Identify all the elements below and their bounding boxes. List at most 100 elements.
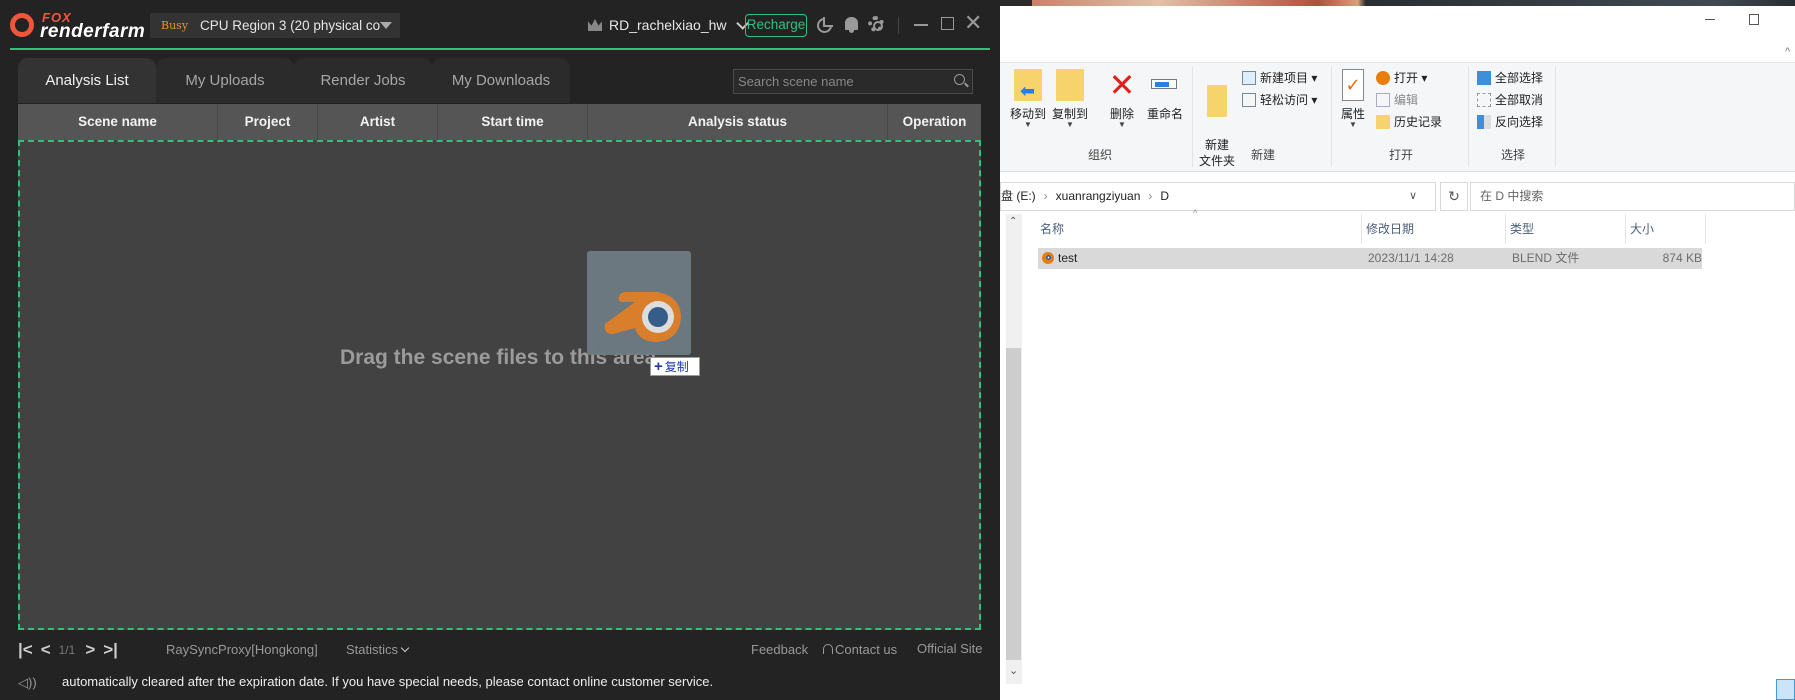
column-analysis-status[interactable]: Analysis status <box>588 104 888 140</box>
collapse-ribbon-icon[interactable]: ^ <box>1785 46 1790 58</box>
ribbon-group-select: 全部选择 全部取消 反向选择 选择 <box>1471 67 1556 167</box>
ribbon-group-new: 新建 文件夹 新建项目 ▾ 轻松访问 ▾ 新建 <box>1195 67 1332 168</box>
gear-icon[interactable] <box>868 16 884 32</box>
column-project[interactable]: Project <box>218 104 318 140</box>
breadcrumb-chevron-icon: › <box>1148 189 1153 203</box>
pagination: |< < 1/1 > >| <box>18 640 126 660</box>
headset-icon <box>823 644 833 654</box>
close-icon[interactable]: ✕ <box>964 12 982 34</box>
last-page-icon[interactable]: >| <box>103 640 118 660</box>
proxy-selector[interactable]: RaySyncProxy[Hongkong] <box>166 642 318 657</box>
breadcrumb-folder[interactable]: xuanrangziyuan <box>1056 189 1141 203</box>
column-size[interactable]: 大小 <box>1626 214 1706 244</box>
new-item-button[interactable]: 新建项目 ▾ <box>1242 69 1317 86</box>
fox-renderfarm-logo: FOX renderfarm <box>8 10 145 42</box>
copy-to-label: 复制到 <box>1051 107 1088 121</box>
scroll-down-icon[interactable]: ⌄ <box>1009 664 1018 677</box>
address-history-chevron-icon[interactable]: ∨ <box>1409 183 1417 210</box>
ribbon: ⬅ 移动到 ▼ 复制到 ▼ ✕ 删除 ▼ 重命名 组织 新建 文件夹 新建项目 … <box>1000 62 1795 172</box>
delete-button[interactable]: ✕ 删除 ▼ <box>1104 69 1140 129</box>
statistics-dropdown[interactable]: Statistics <box>346 642 410 657</box>
edit-label: 编辑 <box>1394 93 1419 107</box>
column-start-time[interactable]: Start time <box>438 104 588 140</box>
contact-us-link[interactable]: Contact us <box>823 642 897 657</box>
main-tabs: Analysis List My Uploads Render Jobs My … <box>18 58 570 103</box>
file-name-cell: test <box>1038 248 1364 269</box>
feedback-link[interactable]: Feedback <box>751 642 808 657</box>
edit-icon <box>1376 92 1390 107</box>
region-selector[interactable]: Busy CPU Region 3 (20 physical cores) <box>150 13 400 38</box>
select-all-label: 全部选择 <box>1495 71 1544 85</box>
column-scene-name[interactable]: Scene name <box>18 104 218 140</box>
edit-button[interactable]: 编辑 <box>1376 91 1418 108</box>
tab-render-jobs[interactable]: Render Jobs <box>294 58 432 103</box>
file-size: 874 KB <box>1662 251 1702 265</box>
column-artist[interactable]: Artist <box>318 104 438 140</box>
file-row[interactable]: test 2023/11/1 14:28 BLEND 文件 874 KB <box>1038 248 1702 269</box>
delete-label: 删除 <box>1109 107 1134 121</box>
select-all-icon <box>1477 70 1491 85</box>
tab-my-downloads[interactable]: My Downloads <box>432 58 570 103</box>
blend-file-icon <box>1042 252 1054 264</box>
official-site-link[interactable]: Official Site <box>917 641 983 656</box>
search-icon[interactable] <box>954 74 965 85</box>
scrollbar-thumb[interactable] <box>1006 348 1021 660</box>
notice-bar: ◁)) automatically cleared after the expi… <box>18 674 713 690</box>
easy-access-label: 轻松访问 <box>1260 93 1309 107</box>
properties-button[interactable]: ✓ 属性 ▼ <box>1338 69 1368 129</box>
recharge-button[interactable]: Recharge <box>745 14 807 37</box>
history-label: 历史记录 <box>1394 115 1443 129</box>
username: RD_rachelxiao_hw <box>609 17 727 33</box>
blender-icon <box>1376 70 1390 85</box>
fox-renderfarm-window: FOX renderfarm Busy CPU Region 3 (20 phy… <box>0 0 1000 700</box>
copy-to-icon <box>1056 69 1084 101</box>
move-to-button[interactable]: ⬅ 移动到 ▼ <box>1008 69 1048 129</box>
breadcrumb-chevron-icon: › <box>1043 189 1048 203</box>
dragged-file-icon <box>587 251 691 355</box>
easy-access-button[interactable]: 轻松访问 ▾ <box>1242 91 1317 108</box>
breadcrumb-current[interactable]: D <box>1160 189 1169 203</box>
breadcrumb-drive[interactable]: 盘 (E:) <box>1001 189 1036 203</box>
user-menu[interactable]: RD_rachelxiao_hw <box>588 14 749 36</box>
minimize-icon[interactable] <box>914 24 928 26</box>
table-header: Scene name Project Artist Start time Ana… <box>18 104 981 140</box>
scroll-up-icon[interactable]: ⌃ <box>1009 216 1017 227</box>
history-button[interactable]: 历史记录 <box>1376 113 1442 130</box>
scene-search-input[interactable]: Search scene name <box>733 69 973 94</box>
file-type: BLEND 文件 <box>1512 251 1580 265</box>
history-icon <box>1376 114 1390 129</box>
maximize-icon[interactable] <box>941 17 954 30</box>
details-view-button[interactable] <box>1776 679 1795 700</box>
statistics-pie-icon[interactable] <box>817 17 833 33</box>
prev-page-icon[interactable]: < <box>41 640 51 660</box>
address-bar[interactable]: 盘 (E:) › xuanrangziyuan › D ∨ <box>1000 182 1436 211</box>
minimize-icon[interactable] <box>1705 19 1715 20</box>
copy-to-button[interactable]: 复制到 ▼ <box>1050 69 1090 129</box>
open-button[interactable]: 打开 ▾ <box>1376 69 1427 86</box>
rename-button[interactable]: 重命名 <box>1145 69 1185 122</box>
group-label-organize: 组织 <box>1087 148 1112 162</box>
select-none-button[interactable]: 全部取消 <box>1477 91 1543 108</box>
tab-my-uploads[interactable]: My Uploads <box>156 58 294 103</box>
tab-analysis-list[interactable]: Analysis List <box>18 58 156 103</box>
select-all-button[interactable]: 全部选择 <box>1477 69 1543 86</box>
first-page-icon[interactable]: |< <box>18 640 33 660</box>
refresh-button[interactable]: ↻ <box>1440 182 1468 211</box>
next-page-icon[interactable]: > <box>85 640 95 660</box>
column-type[interactable]: 类型 <box>1506 214 1626 244</box>
maximize-icon[interactable] <box>1749 14 1759 25</box>
explorer-search-input[interactable]: 在 D 中搜索 <box>1470 182 1795 211</box>
ribbon-group-organize: ⬅ 移动到 ▼ 复制到 ▼ ✕ 删除 ▼ 重命名 组织 <box>1008 67 1193 167</box>
move-to-icon: ⬅ <box>1014 69 1042 101</box>
contact-label: Contact us <box>835 642 898 657</box>
invert-selection-button[interactable]: 反向选择 <box>1477 113 1543 130</box>
rename-label: 重命名 <box>1146 107 1183 121</box>
column-name[interactable]: 名称 <box>1036 214 1362 244</box>
bell-icon[interactable] <box>845 17 858 33</box>
move-to-label: 移动到 <box>1009 107 1046 121</box>
scene-drop-zone[interactable] <box>18 140 981 630</box>
easy-access-icon <box>1242 92 1256 107</box>
column-operation[interactable]: Operation <box>888 104 981 140</box>
column-modified[interactable]: 修改日期 <box>1362 214 1506 244</box>
speaker-icon: ◁)) <box>18 674 37 690</box>
